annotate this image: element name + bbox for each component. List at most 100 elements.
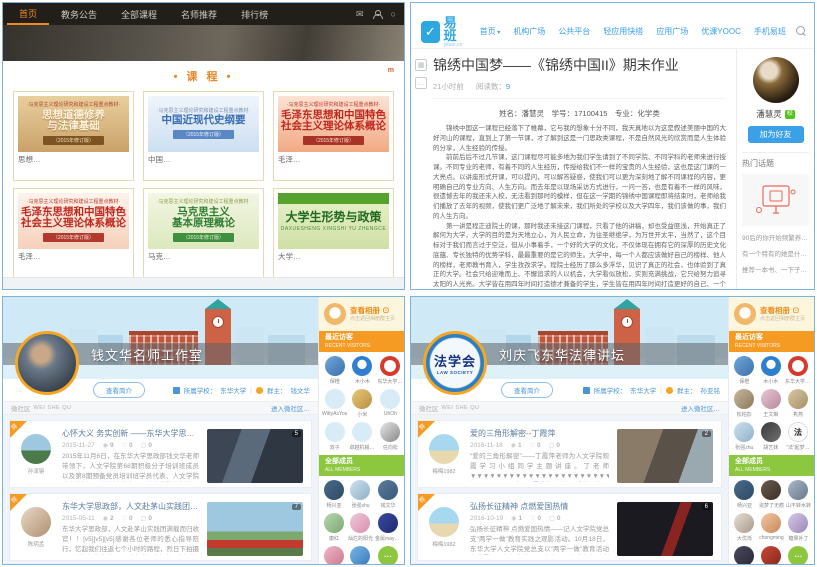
course-card[interactable]: 大学生形势与政策 DAXUESHENG XINGSHI YU ZHENGCE 大… [273, 188, 394, 278]
enter-community-link[interactable]: 进入微社区… [271, 403, 310, 413]
view-intro-button[interactable]: 查看简介 [93, 382, 145, 398]
view-album-card[interactable]: 查看相册 ⊙点击返回相册群主页 [319, 297, 404, 331]
nav-all-courses[interactable]: 全部课程 [109, 3, 169, 25]
member-item[interactable]: 追梦了无痕 [759, 480, 784, 509]
member-item[interactable]: 灿烂的阳光 [348, 513, 373, 542]
post-thumbnail[interactable]: 6 [617, 502, 713, 556]
mail-icon[interactable] [356, 9, 364, 20]
nav-mobile[interactable]: 手机易班 [754, 26, 786, 37]
hot-topic-item[interactable]: 90后的你开始频繁养生… [742, 232, 809, 242]
post-author-avatar[interactable] [21, 434, 51, 464]
member-item[interactable]: 杨兴亚 [732, 480, 757, 509]
member-item[interactable]: 糖果补丁 [786, 513, 811, 542]
bell-icon[interactable] [814, 26, 815, 37]
post-thumbnail[interactable]: 2 [617, 429, 713, 483]
visitor-item[interactable]: 松柏彭 [732, 389, 757, 418]
group-avatar[interactable]: 法学会 LAW SOCIETY [423, 331, 487, 395]
add-friend-button[interactable]: 加为好友 [748, 126, 804, 143]
post-author-avatar[interactable] [429, 507, 459, 537]
nav-ranking[interactable]: 排行榜 [229, 3, 280, 25]
layout-icon[interactable] [415, 59, 427, 71]
school-link[interactable]: 东华大学 [630, 385, 656, 395]
visitor-item[interactable]: 王文琳 [759, 389, 784, 418]
post-card[interactable]: 荐 梅梅1982 爱的三角形解密--丁霞萍 2016-11-18 1 0 0 “… [417, 420, 722, 488]
member-item[interactable]: 毬毬鸡 [322, 546, 346, 565]
nav-light-apps[interactable]: 轻应用快搭 [603, 26, 643, 37]
course-card[interactable]: ·马克思主义理论研究和建设工程重点教材· 马克思主义 基本原理概论 （2015年… [143, 188, 264, 278]
member-item[interactable]: 张强shu [348, 480, 373, 509]
visitor-item[interactable]: 东华大学公… [785, 356, 811, 385]
hot-topic-item[interactable]: 推荐一本书、一下子就… [742, 264, 809, 274]
course-card[interactable]: ·马克思主义理论研究和建设工程重点教材· 思想道德修养 与法律基础 （2015年… [13, 91, 134, 181]
visitor-item[interactable]: 卓越机械1… [349, 422, 375, 451]
more-link[interactable]: m [388, 67, 394, 74]
owner-link[interactable]: 钱文华 [291, 385, 311, 395]
visitor-item[interactable]: WittyAsYou [322, 389, 347, 418]
post-title[interactable]: 心怀大义 务实创新 ——东华大学思想政治理论实践教育活动 [62, 428, 199, 439]
hot-topic-item[interactable]: 有一个特有的她是什么… [742, 248, 809, 258]
member-item[interactable]: 金属mayday [375, 513, 401, 542]
post-title[interactable]: 弘扬长征精神 点燃爱国热情 [470, 501, 609, 512]
nav-home[interactable]: 首页 [7, 3, 49, 25]
recommend-ribbon: 荐 [10, 421, 27, 438]
post-title[interactable]: 爱的三角形解密--丁霞萍 [470, 428, 609, 439]
post-title[interactable]: 东华大学思政部，人文赴茅山实践团满载而归收官！！ [62, 501, 199, 512]
nav-announcements[interactable]: 教务公告 [49, 3, 109, 25]
member-item[interactable]: 山不转水转 [786, 480, 811, 509]
visitor-item[interactable]: 胡艺妹 [759, 422, 784, 451]
post-card[interactable]: 荐 梅梅1982 弘扬长征精神 点燃爱国热情 2016-10-19 1 0 0 … [417, 493, 722, 561]
member-item[interactable]: 钱文华 [375, 480, 401, 509]
visitor-item[interactable]: 木小木 [759, 356, 784, 385]
member-item[interactable]: 未认证 [732, 546, 757, 565]
comment-icon[interactable] [415, 77, 427, 89]
member-item[interactable]: 杨清玉 [759, 546, 784, 565]
enter-community-link[interactable]: 进入微社区… [681, 403, 720, 413]
post-thumbnail[interactable]: 7 [207, 502, 303, 556]
search-icon[interactable] [796, 26, 806, 37]
school-link[interactable]: 东华大学 [220, 385, 246, 395]
group-avatar[interactable] [15, 331, 79, 395]
member-item[interactable]: 危月燕 [348, 546, 373, 565]
post-author-avatar[interactable] [21, 507, 51, 537]
visitor-item[interactable]: 法“法”起梦… [785, 422, 811, 451]
visitor-item[interactable]: 保橙 [322, 356, 347, 385]
view-intro-button[interactable]: 查看简介 [501, 382, 553, 398]
nav-public-platform[interactable]: 公共平台 [558, 26, 590, 37]
visitor-item[interactable]: 小米 [349, 389, 375, 418]
member-item[interactable]: 康红 [322, 513, 346, 542]
visitor-item[interactable]: 木小木 [349, 356, 375, 385]
post-thumbnail[interactable]: 5 [207, 429, 303, 483]
member-item[interactable]: 大优烁 [732, 513, 757, 542]
user-icon[interactable] [373, 10, 382, 19]
visitor-item[interactable]: 隽燕 [785, 389, 811, 418]
visitor-item[interactable]: 双子 [322, 422, 347, 451]
course-card[interactable]: ·马克思主义理论研究和建设工程重点教材· 中国近现代史纲要 （2015年修订版）… [143, 91, 264, 181]
more-members[interactable]: ···更多 [786, 546, 811, 565]
course-card[interactable]: ·马克思主义理论研究和建设工程重点教材· 毛泽东思想和中国特色 社会主义理论体系… [273, 91, 394, 181]
circle-icon[interactable] [391, 9, 396, 19]
post-author-avatar[interactable] [429, 434, 459, 464]
album-subtitle: 点击返回相册群主页 [350, 316, 395, 322]
nav-org-square[interactable]: 机构广场 [513, 26, 545, 37]
nav-home[interactable]: 首页 [480, 26, 501, 37]
member-item[interactable]: chongming [759, 513, 784, 542]
nav-app-square[interactable]: 应用广场 [656, 26, 688, 37]
nav-teachers[interactable]: 名师推荐 [169, 3, 229, 25]
user-avatar [734, 546, 754, 565]
visitor-item[interactable]: 任向松 [377, 422, 403, 451]
post-card[interactable]: 荐 陈玥孟 东华大学思政部，人文赴茅山实践团满载而归收官！！ 2015-05-1… [9, 493, 312, 561]
view-album-card[interactable]: 查看相册 ⊙点击返回相册群主页 [729, 297, 814, 331]
owner-link[interactable]: 孙亚铭 [701, 385, 721, 395]
more-members[interactable]: ···更多 [375, 546, 401, 565]
course-card[interactable]: ·马克思主义理论研究和建设工程重点教材· 毛泽东思想和中国特色 社会主义理论体系… [13, 188, 134, 278]
visitor-item[interactable]: 张强zhu [732, 422, 757, 451]
post-card[interactable]: 荐 孙泽镕 心怀大义 务实创新 ——东华大学思想政治理论实践教育活动 2015-… [9, 420, 312, 488]
member-item[interactable]: 杨兴亚 [322, 480, 346, 509]
nav-yooc[interactable]: 优课YOOC [701, 26, 741, 37]
visitor-item[interactable]: 保橙 [732, 356, 757, 385]
yiban-logo-text: 易班 yiban.cn [444, 16, 466, 48]
author-avatar[interactable] [753, 57, 799, 103]
visitor-item[interactable]: UhOh [377, 389, 403, 418]
visitor-item[interactable]: 东华大学公… [377, 356, 403, 385]
yiban-logo[interactable]: 易班 yiban.cn [421, 16, 466, 48]
